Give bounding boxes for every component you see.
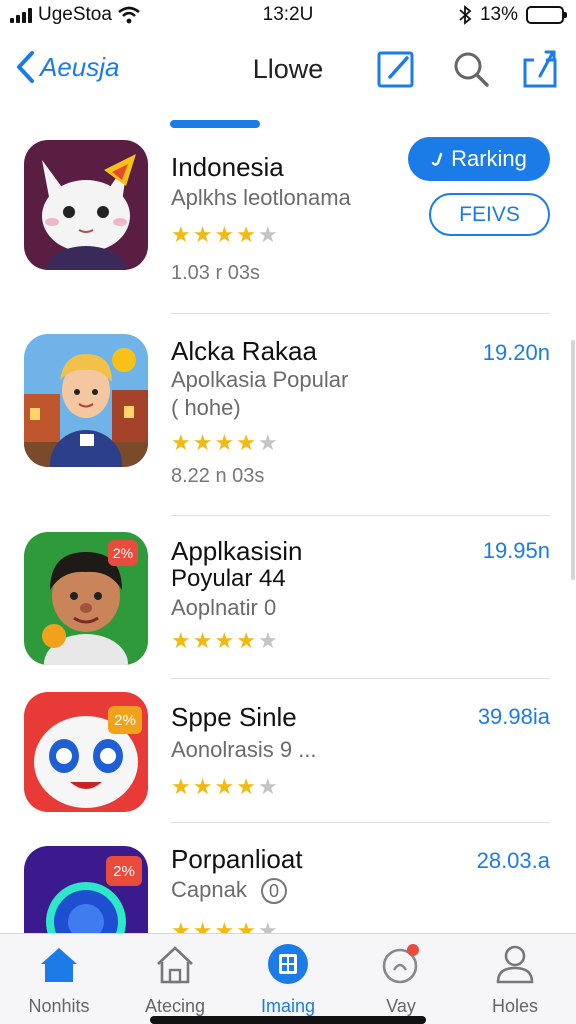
divider <box>171 822 550 823</box>
price-button[interactable]: 19.95n <box>483 538 550 564</box>
discount-badge: 2% <box>108 540 138 566</box>
notification-icon <box>382 944 419 984</box>
price-button[interactable]: 19.20n <box>483 340 550 366</box>
app-name: Alcka Rakaa <box>171 336 317 366</box>
tab-atecing[interactable]: Atecing <box>120 942 230 1022</box>
list-item[interactable]: Sppe Sinle Aonolrasis 9 ... ★ ★ ★ ★ ★ 39.98i… <box>0 692 576 823</box>
star-filled-icon: ★ <box>192 222 213 247</box>
discount-badge: 2% <box>108 706 142 734</box>
tab-nonhits[interactable]: Nonhits <box>4 942 114 1022</box>
scrollbar[interactable] <box>571 340 575 580</box>
star-filled-icon: ★ <box>192 430 213 455</box>
app-name: Indonesia <box>171 152 284 182</box>
star-empty-icon: ★ <box>257 774 278 799</box>
app-name: Applkasisin <box>171 536 303 566</box>
bluetooth-icon <box>459 5 472 25</box>
star-filled-icon: ★ <box>171 628 191 653</box>
tab-label: Holes <box>491 996 539 1016</box>
divider <box>171 313 550 314</box>
star-filled-icon: ★ <box>192 628 213 653</box>
app-subtitle: Apolkasia Popular <box>171 367 349 392</box>
star-filled-icon: ★ <box>214 774 235 799</box>
star-empty-icon: ★ <box>257 628 278 653</box>
share-icon[interactable] <box>520 48 562 90</box>
app-meta: 8.22 n 03s <box>171 465 265 487</box>
rating-stars: ★ ★ ★ ★ ★ <box>171 630 278 652</box>
rating-stars: ★ ★ ★ ★ ★ <box>171 776 278 798</box>
grid-icon <box>268 944 308 984</box>
price-button[interactable]: 39.98ia <box>478 704 550 730</box>
star-filled-icon: ★ <box>236 628 256 653</box>
star-empty-icon: ★ <box>257 222 278 247</box>
star-filled-icon: ★ <box>192 774 213 799</box>
star-filled-icon: ★ <box>236 774 256 799</box>
divider <box>171 515 550 516</box>
star-filled-icon: ★ <box>236 430 256 455</box>
list-item[interactable]: Porpanlioat Capnak 0 ★ ★ ★ ★ ★ 28.03.a <box>0 836 576 956</box>
person-icon <box>496 945 534 984</box>
star-filled-icon: ★ <box>171 430 191 455</box>
ranking-button[interactable]: Rarking <box>408 137 550 181</box>
tab-label: Atecing <box>144 996 206 1016</box>
app-subtitle: Aplkhs leotlonama <box>171 185 351 210</box>
star-empty-icon: ★ <box>257 430 278 455</box>
segment-indicator <box>170 120 260 128</box>
tab-label: Vay <box>386 996 416 1016</box>
app-subtitle-text: Capnak <box>171 877 247 902</box>
tab-imaing[interactable]: Imaing <box>233 942 343 1022</box>
app-subtitle: Aonolrasis 9 ... <box>171 737 317 762</box>
rating-stars: ★ ★ ★ ★ ★ <box>171 432 278 454</box>
app-name: Sppe Sinle <box>171 702 297 732</box>
discount-badge: 2% <box>106 856 142 886</box>
app-subtitle-secondary: ( hohe) <box>171 395 241 420</box>
divider <box>171 678 550 679</box>
app-subtitle: Capnak 0 <box>171 876 287 904</box>
status-right: 13% <box>458 4 567 26</box>
app-subtitle: Aoplnatir 0 <box>171 595 277 620</box>
tab-bar: Nonhits Atecing Imaing Vay Holes <box>0 933 576 1024</box>
ranking-button-label: Rarking <box>451 146 527 171</box>
tab-label: Imaing <box>260 996 316 1016</box>
star-filled-icon: ★ <box>171 774 191 799</box>
app-name-secondary: Poyular 44 <box>171 565 286 592</box>
battery-percent: 13% <box>479 4 518 25</box>
list-item[interactable]: Alcka Rakaa Apolkasia Popular ( hohe) ★ ★… <box>0 330 576 516</box>
star-filled-icon: ★ <box>236 222 256 247</box>
house-filled-icon <box>41 948 77 982</box>
rating-stars: ★ ★ ★ ★ ★ <box>171 224 278 246</box>
list-item[interactable]: Applkasisin Poyular 44 Aoplnatir 0 ★ ★ ★ ★ ★… <box>0 530 576 679</box>
app-icon-cat <box>24 140 148 270</box>
star-filled-icon: ★ <box>214 628 235 653</box>
battery-icon <box>526 6 567 24</box>
star-filled-icon: ★ <box>214 430 235 455</box>
status-bar: UgeStoa 13:2U 13% <box>0 0 576 34</box>
tab-holes[interactable]: Holes <box>460 942 570 1022</box>
home-indicator[interactable] <box>150 1016 426 1024</box>
tab-label: Nonhits <box>28 996 90 1016</box>
app-icon-boy <box>24 334 148 467</box>
app-name: Porpanlioat <box>171 844 303 874</box>
free-button[interactable]: FEIVS <box>429 193 550 236</box>
star-filled-icon: ★ <box>214 222 235 247</box>
search-icon[interactable] <box>450 48 492 90</box>
check-icon <box>431 152 443 166</box>
price-button[interactable]: 28.03.a <box>477 848 550 874</box>
subtitle-badge: 0 <box>260 878 287 904</box>
star-filled-icon: ★ <box>171 222 191 247</box>
tab-vay[interactable]: Vay <box>346 942 456 1022</box>
free-button-label: FEIVS <box>459 202 520 226</box>
navigation-bar: Aeusja Llowe <box>0 40 576 100</box>
compose-icon[interactable] <box>376 48 418 90</box>
app-meta: 1.03 r 03s <box>171 262 260 284</box>
house-outline-icon <box>157 946 193 984</box>
